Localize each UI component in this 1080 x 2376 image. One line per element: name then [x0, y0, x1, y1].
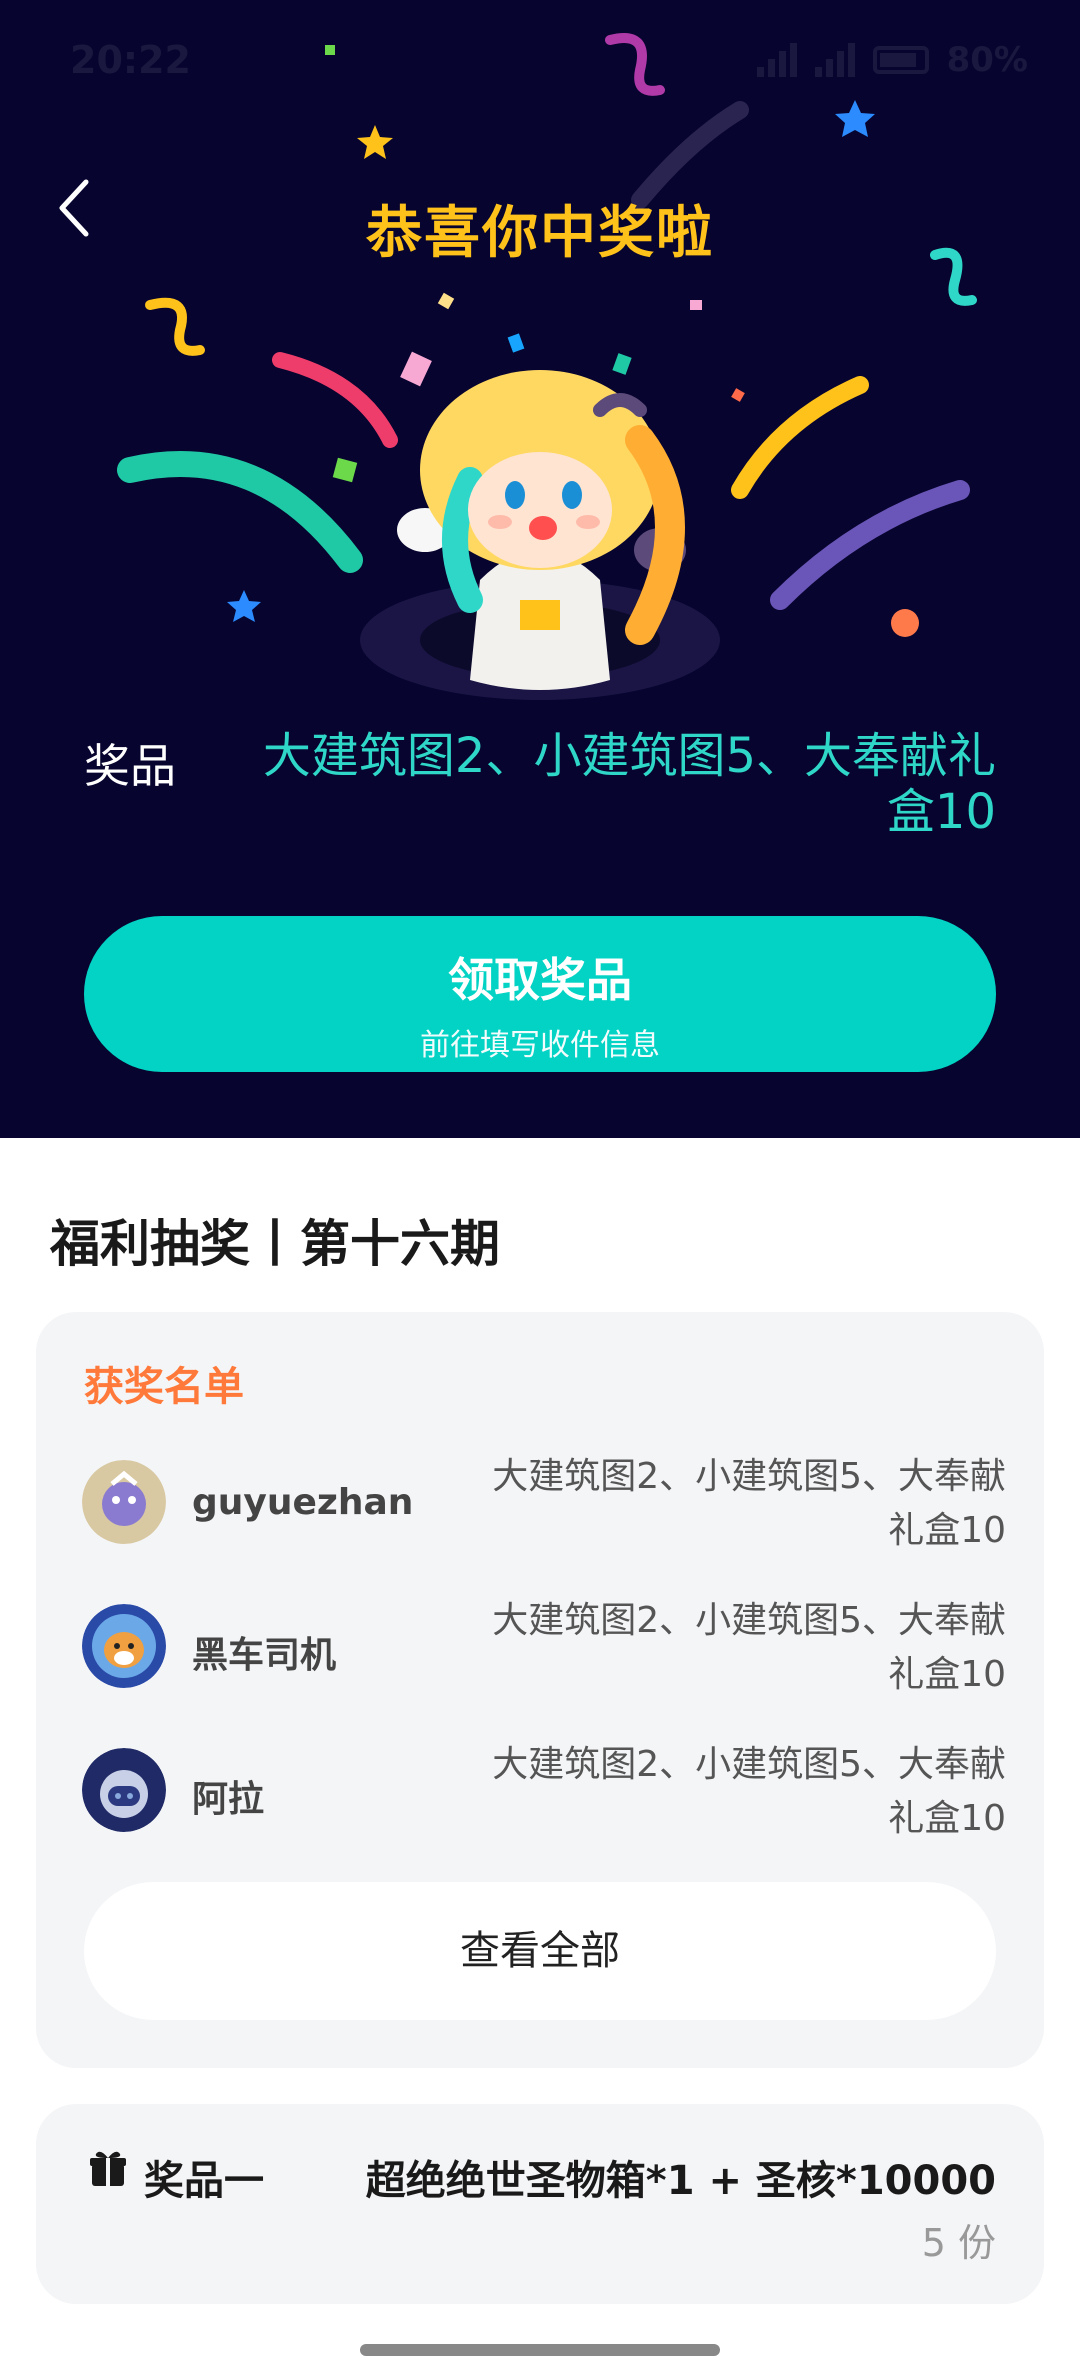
hero-section: 20:22 80% 恭喜你中奖啦 奖品 大建筑图2、小建筑图5、大奉献礼盒10 …: [0, 0, 1080, 1138]
avatar: [82, 1604, 166, 1688]
prize-value: 大建筑图2、小建筑图5、大奉献礼盒10: [262, 728, 996, 840]
avatar: [82, 1460, 166, 1544]
gift-icon: [90, 2151, 126, 2186]
signal-icon: [814, 43, 855, 77]
prize-label: 奖品: [84, 739, 176, 793]
view-all-button[interactable]: 查看全部: [84, 1882, 996, 2020]
list-item: 阿拉 大建筑图2、小建筑图5、大奉献礼盒10: [82, 1738, 1006, 1848]
section-title: 福利抽奖丨第十六期: [50, 1215, 500, 1273]
winners-card: 获奖名单 guyuezhan 大建筑图2、小建筑图5、大奉献礼盒10 黑车司机 …: [36, 1312, 1044, 2068]
battery-percent: 80%: [946, 40, 1028, 80]
winner-name: 阿拉: [192, 1779, 265, 1820]
list-item: 黑车司机 大建筑图2、小建筑图5、大奉献礼盒10: [82, 1594, 1006, 1704]
winners-title: 获奖名单: [84, 1364, 244, 1410]
winner-name: 黑车司机: [192, 1635, 337, 1676]
winner-prize: 大建筑图2、小建筑图5、大奉献礼盒10: [492, 1456, 1006, 1551]
page-title: 恭喜你中奖啦: [366, 201, 714, 266]
status-icons: 80%: [756, 40, 1028, 80]
prize-item-count: 5 份: [921, 2221, 996, 2265]
winner-name: guyuezhan: [192, 1482, 414, 1523]
winner-prize: 大建筑图2、小建筑图5、大奉献礼盒10: [492, 1600, 1006, 1695]
winner-prize: 大建筑图2、小建筑图5、大奉献礼盒10: [492, 1744, 1006, 1839]
battery-icon: [872, 46, 929, 74]
signal-icon: [756, 43, 797, 77]
prize-item-value: 超绝绝世圣物箱*1 + 圣核*10000: [365, 2158, 996, 2204]
prize-item-label: 奖品一: [144, 2158, 264, 2204]
claim-button-label: 领取奖品: [448, 953, 632, 1007]
claim-prize-button[interactable]: 领取奖品 前往填写收件信息: [84, 916, 996, 1072]
home-indicator[interactable]: [360, 2344, 720, 2356]
claim-button-sublabel: 前往填写收件信息: [420, 1028, 660, 1063]
status-bar: 20:22 80%: [0, 0, 1080, 120]
prize-item-card: 奖品一 超绝绝世圣物箱*1 + 圣核*10000 5 份: [36, 2104, 1044, 2304]
status-time: 20:22: [70, 38, 191, 82]
list-item: guyuezhan 大建筑图2、小建筑图5、大奉献礼盒10: [82, 1450, 1006, 1560]
avatar: [82, 1748, 166, 1832]
